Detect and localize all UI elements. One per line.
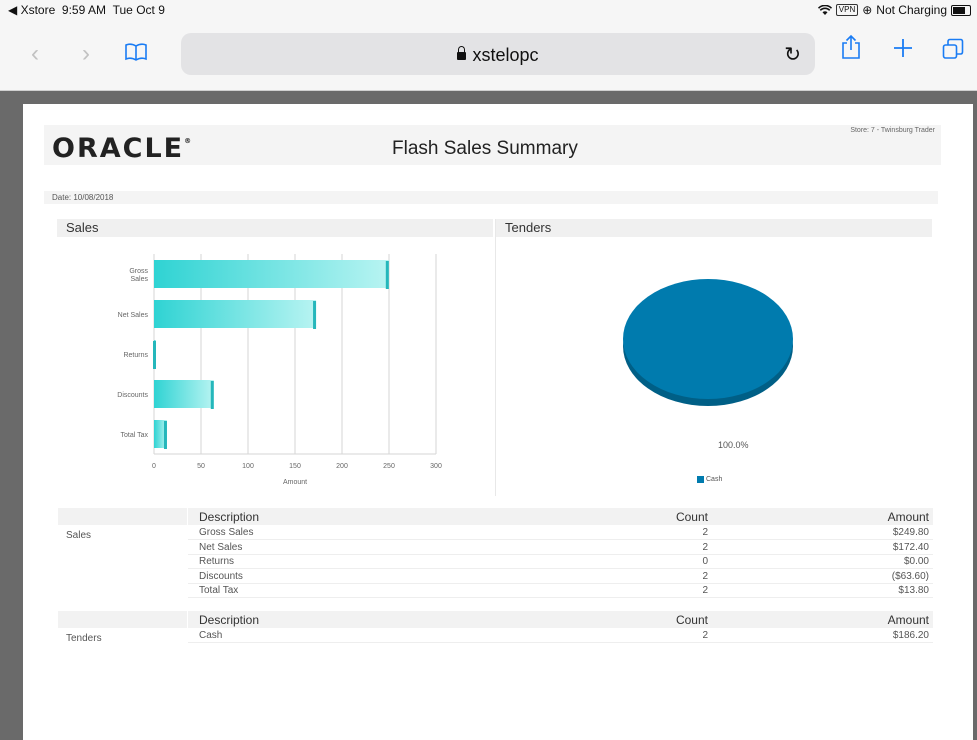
- wifi-icon: [817, 4, 832, 15]
- table-row: Net Sales 2 $172.40: [58, 541, 933, 555]
- row-description: Net Sales: [199, 541, 243, 553]
- pie-percent-label: 100.0%: [718, 440, 749, 450]
- col-count: Count: [675, 510, 708, 524]
- store-label: Store: 7 - Twinsburg Trader: [850, 127, 935, 134]
- x-tick-label: 50: [197, 463, 205, 470]
- x-tick-label: 100: [242, 463, 254, 470]
- row-description: Total Tax: [199, 585, 239, 596]
- x-tick-label: 0: [152, 463, 156, 470]
- tenders-pie-chart: [623, 279, 793, 406]
- col-amount: Amount: [887, 510, 929, 524]
- oracle-logo: ORACLE®: [52, 133, 192, 164]
- row-count: 2: [702, 585, 708, 596]
- y-tick-label: Returns: [123, 352, 148, 359]
- new-tab-icon[interactable]: [893, 38, 913, 63]
- row-amount: ($63.60): [891, 570, 929, 582]
- col-description: Description: [199, 613, 260, 627]
- url-text: xstelopc: [472, 45, 539, 65]
- bar-edge: [210, 381, 214, 409]
- row-count: 2: [702, 570, 708, 582]
- tenders-panel-header: Tenders: [496, 219, 932, 237]
- row-description: Discounts: [199, 570, 243, 582]
- y-tick-label: Net Sales: [118, 312, 149, 319]
- bar: [154, 300, 317, 328]
- legend-label-cash: Cash: [706, 476, 723, 483]
- row-description: Gross Sales: [199, 527, 254, 538]
- row-count: 0: [702, 556, 708, 567]
- forward-button[interactable]: ›: [82, 42, 90, 66]
- pie-slice-cash: [623, 279, 793, 399]
- table-row: Discounts 2 ($63.60): [58, 570, 933, 584]
- tenders-table-header: Description Count Amount: [58, 611, 933, 628]
- table-row: Gross Sales 2 $249.80: [58, 526, 933, 540]
- report-header: ORACLE® Flash Sales Summary Store: 7 - T…: [44, 125, 941, 165]
- status-time: 9:59 AM: [61, 3, 106, 17]
- bar-edge: [313, 301, 317, 329]
- back-to-app-link[interactable]: ◀ Xstore: [8, 3, 55, 17]
- status-date: Tue Oct 9: [112, 3, 165, 17]
- bar: [154, 260, 389, 288]
- x-tick-label: 200: [336, 463, 348, 470]
- report-page: ORACLE® Flash Sales Summary Store: 7 - T…: [23, 104, 973, 740]
- col-count: Count: [675, 613, 708, 627]
- table-row: Cash 2 $186.20: [58, 629, 933, 643]
- x-tick-label: 150: [289, 463, 301, 470]
- vpn-badge: VPN: [835, 4, 859, 16]
- sales-bar-chart: 0 50 100 150 200 250 300 Amount GrossSales Net Sa…: [117, 254, 442, 486]
- x-tick-label: 300: [430, 463, 442, 470]
- tabs-icon[interactable]: [942, 38, 964, 65]
- y-tick-label: Gross: [129, 268, 148, 275]
- row-description: Cash: [199, 630, 223, 641]
- x-axis-label: Amount: [283, 479, 307, 486]
- report-title: Flash Sales Summary: [392, 138, 578, 159]
- row-amount: $249.80: [892, 527, 929, 538]
- bar: [154, 380, 214, 408]
- row-count: 2: [702, 541, 708, 553]
- share-icon[interactable]: [841, 34, 861, 65]
- report-date: Date: 10/08/2018: [44, 191, 938, 204]
- bar-edge: [153, 341, 156, 369]
- bookmarks-icon[interactable]: [124, 42, 148, 67]
- table-row: Total Tax 2 $13.80: [58, 584, 933, 598]
- sales-table-header: Description Count Amount: [58, 508, 933, 525]
- pie-legend: Cash: [697, 476, 722, 483]
- charging-icon: ⊕: [862, 3, 873, 17]
- lock-icon: [457, 46, 467, 60]
- x-tick-label: 250: [383, 463, 395, 470]
- row-count: 2: [702, 527, 708, 538]
- table-row: Returns 0 $0.00: [58, 555, 933, 569]
- row-count: 2: [702, 630, 708, 641]
- legend-swatch-cash: [697, 476, 704, 483]
- col-amount: Amount: [887, 613, 929, 627]
- reload-icon[interactable]: ↻: [784, 42, 801, 67]
- y-tick-label: Total Tax: [121, 432, 149, 439]
- bar-edge: [385, 261, 389, 289]
- row-description: Returns: [199, 556, 235, 567]
- y-tick-label: Sales: [130, 276, 148, 283]
- panel-divider: [495, 219, 496, 496]
- y-tick-label: Discounts: [117, 392, 148, 399]
- row-amount: $0.00: [903, 556, 929, 567]
- address-bar[interactable]: xstelopc ↻: [181, 33, 815, 75]
- back-button[interactable]: ‹: [31, 42, 39, 66]
- col-description: Description: [199, 510, 260, 524]
- charging-status: Not Charging: [876, 3, 947, 17]
- status-bar: ◀ Xstore 9:59 AM Tue Oct 9 VPN ⊕ Not Cha…: [0, 0, 977, 20]
- row-amount: $186.20: [892, 630, 929, 641]
- battery-icon: [951, 4, 971, 16]
- browser-toolbar: ‹ › xstelopc ↻: [0, 20, 977, 91]
- sales-panel-header: Sales: [57, 219, 493, 237]
- row-amount: $13.80: [898, 585, 929, 596]
- row-amount: $172.40: [892, 541, 929, 553]
- bar-edge: [163, 421, 167, 449]
